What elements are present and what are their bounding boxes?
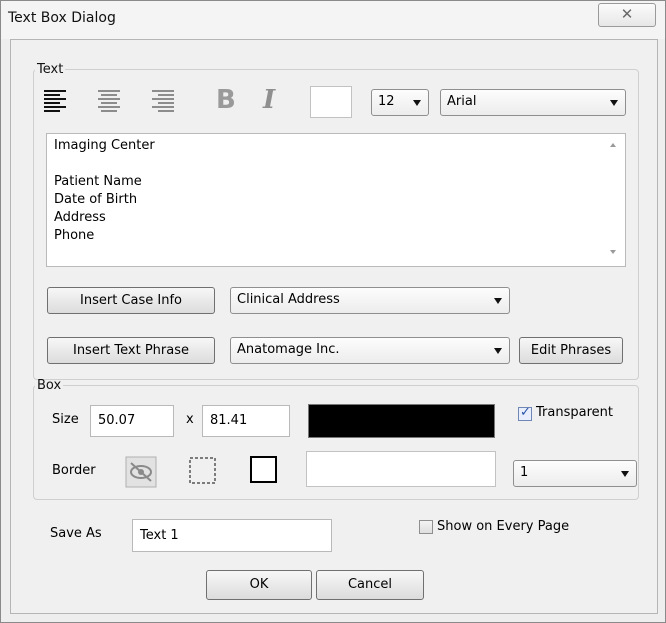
close-icon: ✕ bbox=[620, 5, 634, 23]
text-phrase-select[interactable]: Anatomage Inc. bbox=[230, 337, 510, 364]
box-width-input[interactable]: 50.07 bbox=[90, 405, 174, 437]
cancel-button[interactable]: Cancel bbox=[316, 570, 424, 600]
border-label: Border bbox=[52, 463, 96, 478]
text-color-swatch[interactable] bbox=[310, 86, 352, 118]
align-left-icon[interactable] bbox=[43, 89, 67, 115]
border-width-select[interactable]: 1 bbox=[513, 460, 637, 487]
chevron-down-icon bbox=[413, 99, 421, 106]
scroll-up-icon[interactable] bbox=[610, 143, 616, 147]
bold-button[interactable]: B bbox=[216, 85, 236, 115]
font-family-value: Arial bbox=[447, 94, 477, 109]
chevron-down-icon bbox=[494, 297, 502, 304]
border-color-swatch[interactable] bbox=[306, 451, 496, 487]
italic-button[interactable]: I bbox=[263, 85, 275, 115]
fill-color-swatch[interactable] bbox=[308, 404, 495, 438]
edit-phrases-button[interactable]: Edit Phrases bbox=[519, 337, 623, 364]
show-every-page-label: Show on Every Page bbox=[437, 519, 570, 534]
transparent-label: Transparent bbox=[536, 405, 613, 420]
box-width-value: 50.07 bbox=[98, 413, 136, 428]
save-as-input[interactable]: Text 1 bbox=[132, 519, 332, 552]
content-line: Imaging Center bbox=[54, 138, 155, 153]
content-line: Patient Name bbox=[54, 174, 142, 189]
content-line: Address bbox=[54, 210, 106, 225]
font-size-value: 12 bbox=[378, 94, 395, 109]
text-group-legend: Text bbox=[37, 62, 64, 77]
ok-button[interactable]: OK bbox=[206, 570, 312, 600]
window-title: Text Box Dialog bbox=[8, 10, 116, 26]
text-phrase-value: Anatomage Inc. bbox=[237, 342, 340, 357]
font-family-select[interactable]: Arial bbox=[440, 89, 626, 116]
title-bar[interactable]: Text Box Dialog ✕ bbox=[1, 1, 665, 39]
content-line bbox=[54, 155, 618, 173]
show-every-page-checkbox[interactable] bbox=[419, 520, 433, 534]
transparent-checkbox[interactable]: ✓ bbox=[518, 405, 532, 421]
text-box-dialog: Text Box Dialog ✕ Text B I 12 Arial Imag… bbox=[0, 0, 666, 623]
save-as-label: Save As bbox=[50, 526, 102, 541]
solid-border-icon[interactable] bbox=[249, 455, 279, 485]
chevron-down-icon bbox=[621, 470, 629, 477]
checkmark-icon: ✓ bbox=[520, 405, 531, 420]
chevron-down-icon bbox=[610, 99, 618, 106]
insert-text-phrase-button[interactable]: Insert Text Phrase bbox=[47, 337, 215, 364]
chevron-down-icon bbox=[494, 347, 502, 354]
no-border-icon[interactable] bbox=[125, 456, 157, 488]
align-center-icon[interactable] bbox=[97, 89, 121, 115]
scroll-down-icon[interactable] bbox=[610, 250, 616, 254]
size-x-label: x bbox=[186, 412, 194, 427]
dialog-body: Text B I 12 Arial Imaging Center Patient… bbox=[10, 39, 658, 614]
close-button[interactable]: ✕ bbox=[598, 3, 656, 27]
box-group-legend: Box bbox=[37, 378, 62, 393]
box-height-input[interactable]: 81.41 bbox=[202, 405, 290, 437]
content-line: Phone bbox=[54, 228, 95, 243]
box-height-value: 81.41 bbox=[210, 413, 248, 428]
font-size-select[interactable]: 12 bbox=[371, 89, 429, 116]
text-content-area[interactable]: Imaging Center Patient Name Date of Birt… bbox=[46, 133, 626, 267]
case-info-select[interactable]: Clinical Address bbox=[230, 287, 510, 314]
dashed-border-icon[interactable] bbox=[188, 456, 218, 486]
insert-case-info-button[interactable]: Insert Case Info bbox=[47, 287, 215, 314]
align-right-icon[interactable] bbox=[151, 89, 175, 115]
border-width-value: 1 bbox=[520, 465, 529, 480]
case-info-value: Clinical Address bbox=[237, 292, 340, 307]
save-as-value: Text 1 bbox=[140, 528, 179, 543]
content-line: Date of Birth bbox=[54, 192, 138, 207]
size-label: Size bbox=[52, 412, 79, 427]
